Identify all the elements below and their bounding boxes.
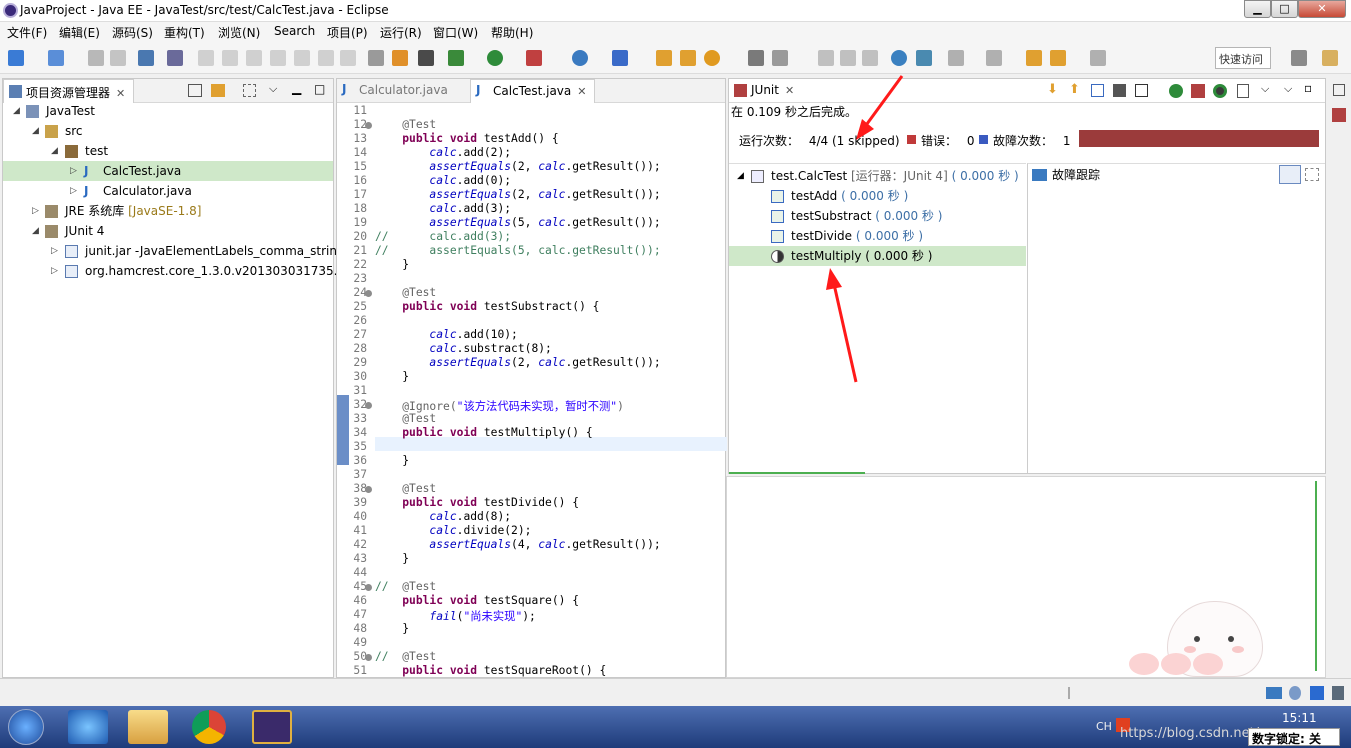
arrow-to-testmultiply-head (826, 268, 842, 290)
arrow-to-testmultiply (832, 283, 858, 383)
arrow-to-skipped (862, 75, 904, 129)
arrow-to-skipped-head (856, 119, 874, 140)
annotation-arrows (826, 75, 904, 383)
